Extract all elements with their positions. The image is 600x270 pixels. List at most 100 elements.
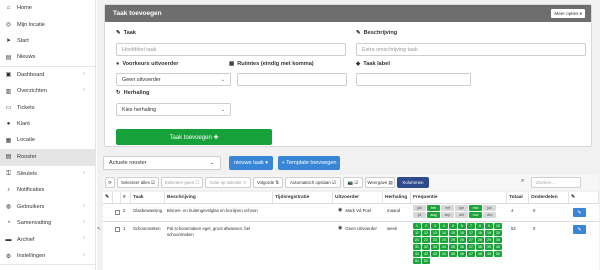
week-pill[interactable]: 32 <box>422 244 430 250</box>
week-pill[interactable]: 1 <box>413 223 421 229</box>
ruimtes-input[interactable] <box>237 73 347 86</box>
week-pill[interactable]: 19 <box>485 230 493 236</box>
week-pill[interactable]: 43 <box>431 251 439 257</box>
week-pill[interactable]: 4 <box>440 223 448 229</box>
week-pill[interactable]: 37 <box>467 244 475 250</box>
week-pill[interactable]: 46 <box>458 251 466 257</box>
sidebar-item-home[interactable]: ⌂ Home <box>0 0 95 16</box>
sidebar-item-locatie[interactable]: ▦ Locatie <box>0 132 95 148</box>
week-pill[interactable]: 11 <box>413 230 421 236</box>
week-pill[interactable]: 6 <box>458 223 466 229</box>
refresh-button[interactable]: ⟳ <box>105 177 115 188</box>
week-pill[interactable]: 30 <box>494 237 502 243</box>
week-pill[interactable]: 47 <box>467 251 475 257</box>
week-pill[interactable]: 7 <box>467 223 475 229</box>
row-checkbox[interactable] <box>115 210 120 215</box>
month-pill[interactable]: aug <box>427 212 440 218</box>
sidebar-item-gebruikers[interactable]: ◍ Gebruikers › <box>0 199 95 215</box>
view-button[interactable]: Weergave ▤ <box>365 177 395 188</box>
selection-action-button[interactable]: Actie op selectie ⇧ <box>205 177 251 188</box>
week-pill[interactable]: 21 <box>413 237 421 243</box>
week-pill[interactable]: 41 <box>413 251 421 257</box>
add-task-button[interactable]: Taak toevoegen ✚ <box>116 129 272 145</box>
header-checkbox[interactable] <box>113 192 121 203</box>
week-pill[interactable]: 16 <box>458 230 466 236</box>
week-pill[interactable]: 52 <box>422 258 430 264</box>
beschrijving-input[interactable]: Extra omschrijving taak <box>356 43 586 56</box>
week-pill[interactable]: 50 <box>494 251 502 257</box>
taak-input[interactable]: Hoofdtitel taak <box>116 43 346 56</box>
month-pill[interactable]: jan <box>413 205 426 211</box>
week-pill[interactable]: 27 <box>467 237 475 243</box>
sidebar-item-mijn-locatie[interactable]: ◎ Mijn locatie <box>0 16 95 32</box>
week-pill[interactable]: 39 <box>485 244 493 250</box>
week-pill[interactable]: 23 <box>431 237 439 243</box>
sidebar-item-start[interactable]: ➤ Start <box>0 33 95 49</box>
month-pill[interactable]: dec <box>483 212 496 218</box>
week-pill[interactable]: 36 <box>458 244 466 250</box>
row-checkbox[interactable] <box>115 227 120 232</box>
sidebar-item-overzichten[interactable]: ▥ Overzichten › <box>0 83 95 99</box>
sidebar-item-klant[interactable]: ● Klant <box>0 116 95 132</box>
week-pill[interactable]: 51 <box>413 258 421 264</box>
week-pill[interactable]: 8 <box>476 223 484 229</box>
new-task-button[interactable]: nieuwe taak ▾ <box>229 156 273 170</box>
roster-select[interactable]: Actuele rooster ⌄ <box>103 156 221 170</box>
sidebar-item-notificaties[interactable]: ♪ Notificaties <box>0 182 95 198</box>
camera-button[interactable]: 📷 ☑ <box>343 177 363 188</box>
uitvoerder-select[interactable]: Geen uitvoerder ⌄ <box>116 73 231 86</box>
week-pill[interactable]: 38 <box>476 244 484 250</box>
edit-button[interactable]: ✎ <box>573 208 586 217</box>
week-pill[interactable]: 12 <box>422 230 430 236</box>
week-pill[interactable]: 10 <box>494 223 502 229</box>
sidebar-item-tickets[interactable]: ▭ Tickets <box>0 99 95 115</box>
add-template-button[interactable]: + Template toevoegen <box>278 156 340 170</box>
month-pill[interactable]: nov <box>469 212 482 218</box>
sidebar-item-samenvatting[interactable]: ◔ Samenvatting › <box>0 215 95 231</box>
month-pill[interactable]: sep <box>441 212 454 218</box>
week-pill[interactable]: 33 <box>431 244 439 250</box>
order-button[interactable]: Volgorde ⇅ <box>253 177 283 188</box>
sidebar-item-dashboard[interactable]: ▣ Dashboard › <box>0 67 95 83</box>
week-pill[interactable]: 45 <box>449 251 457 257</box>
sidebar-item-sleutels[interactable]: ⚿ Sleutels › <box>0 166 95 182</box>
week-pill[interactable]: 22 <box>422 237 430 243</box>
week-pill[interactable]: 42 <box>422 251 430 257</box>
week-pill[interactable]: 35 <box>449 244 457 250</box>
week-pill[interactable]: 34 <box>440 244 448 250</box>
week-pill[interactable]: 25 <box>449 237 457 243</box>
week-pill[interactable]: 31 <box>413 244 421 250</box>
select-all-button[interactable]: Selecteer alles ☑ <box>117 177 159 188</box>
week-pill[interactable]: 5 <box>449 223 457 229</box>
week-pill[interactable]: 28 <box>476 237 484 243</box>
week-pill[interactable]: 20 <box>494 230 502 236</box>
columns-button[interactable]: Kolommen <box>397 177 429 188</box>
week-pill[interactable]: 49 <box>485 251 493 257</box>
month-pill[interactable]: mrt <box>441 205 454 211</box>
week-pill[interactable]: 15 <box>449 230 457 236</box>
week-pill[interactable]: 29 <box>485 237 493 243</box>
week-pill[interactable]: 44 <box>440 251 448 257</box>
search-input[interactable]: Zoeken... <box>531 177 581 188</box>
tasklabel-input[interactable] <box>356 73 471 86</box>
month-pill[interactable]: jul <box>413 212 426 218</box>
week-pill[interactable]: 3 <box>431 223 439 229</box>
week-pill[interactable]: 17 <box>467 230 475 236</box>
month-pill[interactable]: feb <box>427 205 440 211</box>
week-pill[interactable]: 14 <box>440 230 448 236</box>
month-pill[interactable]: okt <box>455 212 468 218</box>
sidebar-item-rooster[interactable]: ▤ Rooster <box>0 148 95 165</box>
week-pill[interactable]: 2 <box>422 223 430 229</box>
week-pill[interactable]: 24 <box>440 237 448 243</box>
sidebar-item-profiel[interactable]: ☺Profiel <box>0 265 95 270</box>
select-none-button[interactable]: Selecteer geen ☐ <box>161 177 203 188</box>
month-pill[interactable]: jun <box>483 205 496 211</box>
week-pill[interactable]: 9 <box>485 223 493 229</box>
week-pill[interactable]: 48 <box>476 251 484 257</box>
week-pill[interactable]: 13 <box>431 230 439 236</box>
sidebar-item-nieuws[interactable]: ▤ Nieuws <box>0 49 95 65</box>
month-pill[interactable]: mei <box>469 205 482 211</box>
week-pill[interactable]: 18 <box>476 230 484 236</box>
more-options-button[interactable]: Meer opties ▾ <box>551 9 585 18</box>
month-pill[interactable]: apr <box>455 205 468 211</box>
